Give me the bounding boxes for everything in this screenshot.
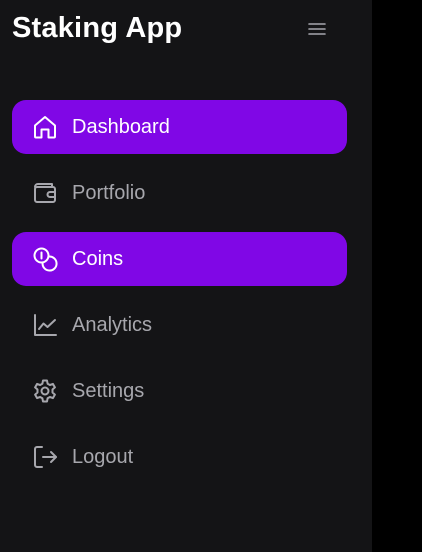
sidebar: Staking App Dashboard Portfolio Coins An… (0, 0, 372, 552)
nav-label-analytics: Analytics (72, 314, 153, 336)
logout-icon (31, 443, 59, 471)
nav-label-portfolio: Portfolio (72, 182, 146, 204)
nav-item-portfolio[interactable]: Portfolio (12, 166, 347, 220)
nav-label-settings: Settings (72, 380, 145, 402)
sidebar-nav: Dashboard Portfolio Coins Analytics Sett… (12, 100, 347, 496)
app-title: Staking App (12, 12, 183, 44)
home-icon (31, 113, 59, 141)
coins-icon (31, 245, 59, 273)
main-content-area (372, 0, 422, 552)
nav-item-coins[interactable]: Coins (12, 232, 347, 286)
nav-item-settings[interactable]: Settings (12, 364, 347, 418)
line-chart-icon (31, 311, 59, 339)
hamburger-menu-button[interactable] (304, 16, 330, 42)
nav-label-dashboard: Dashboard (72, 116, 170, 138)
nav-label-logout: Logout (72, 446, 134, 468)
nav-item-logout[interactable]: Logout (12, 430, 347, 484)
hamburger-menu-icon (307, 21, 327, 37)
nav-item-analytics[interactable]: Analytics (12, 298, 347, 352)
nav-item-dashboard[interactable]: Dashboard (12, 100, 347, 154)
wallet-icon (31, 179, 59, 207)
nav-label-coins: Coins (72, 248, 124, 270)
gear-icon (31, 377, 59, 405)
